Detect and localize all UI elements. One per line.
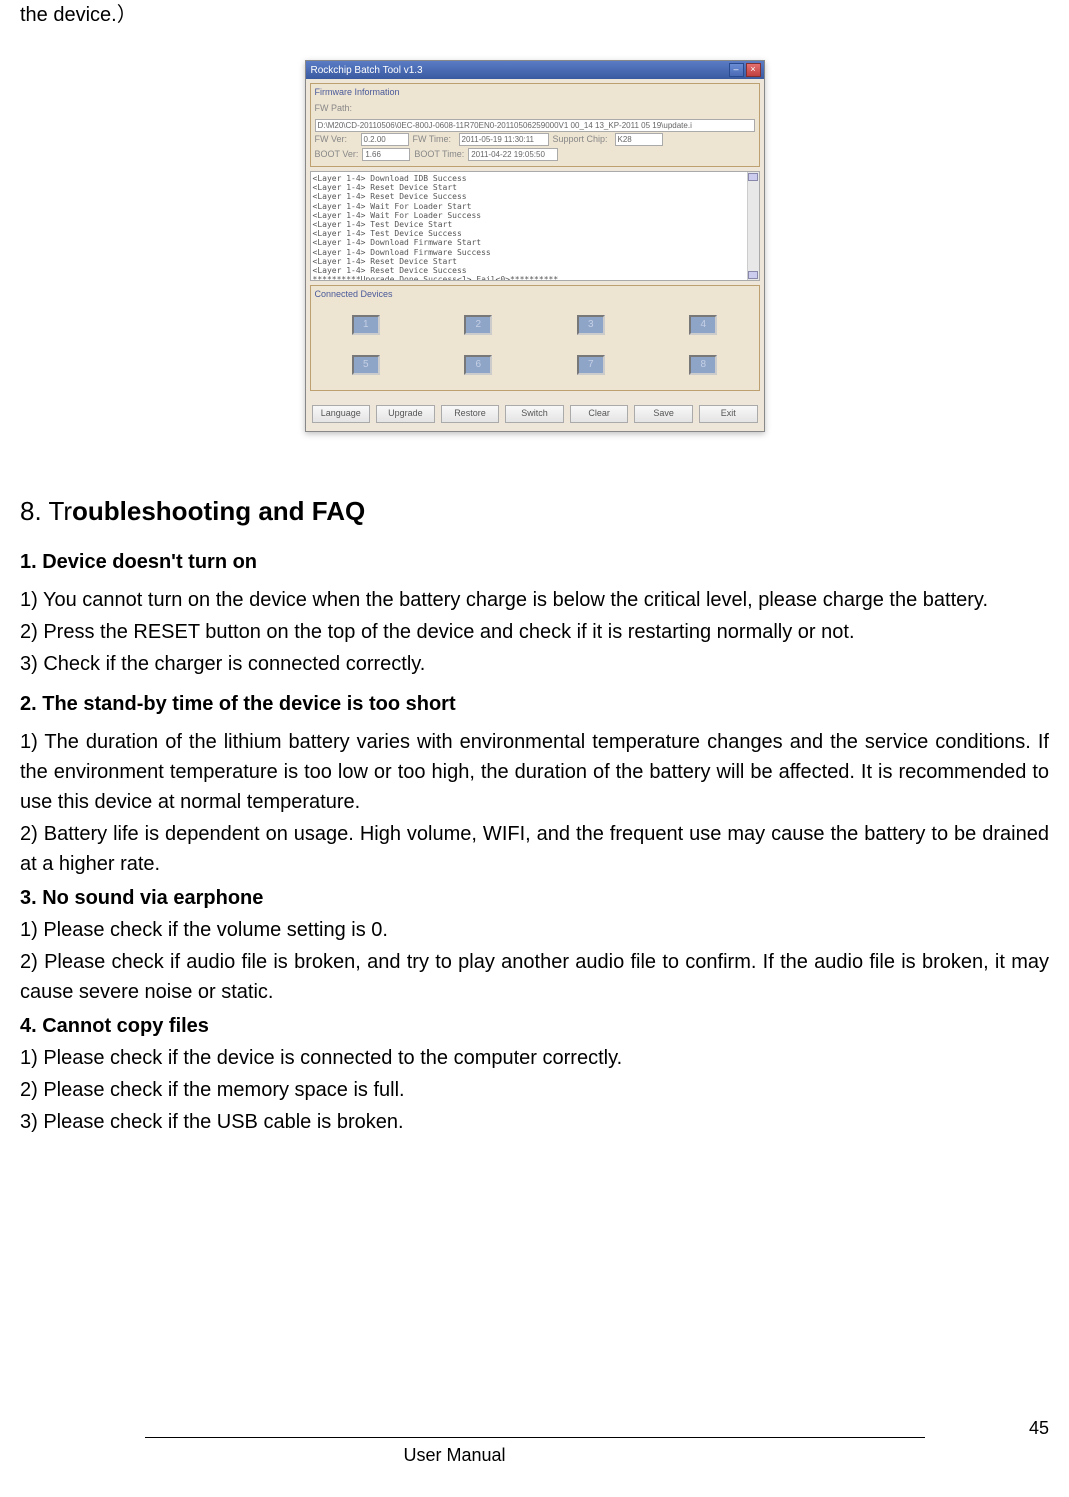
batch-tool-window: Rockchip Batch Tool v1.3 – × Firmware In…	[305, 60, 765, 432]
intro-fragment: the device.）	[20, 0, 1049, 30]
faq-q4-title: 4. Cannot copy files	[20, 1011, 1049, 1041]
log-line: <Layer 1-4> Test Device Start	[313, 220, 757, 229]
page-footer: User Manual	[20, 1437, 1049, 1467]
device-slot-4[interactable]: 4	[689, 315, 717, 335]
window-title: Rockchip Batch Tool v1.3	[311, 63, 423, 78]
firmware-info-title: Firmware Information	[315, 86, 755, 100]
faq-q1-body: 1) You cannot turn on the device when th…	[20, 585, 1049, 679]
device-slot-8[interactable]: 8	[689, 355, 717, 375]
window-titlebar: Rockchip Batch Tool v1.3 – ×	[306, 61, 764, 79]
log-line: <Layer 1-4> Download IDB Success	[313, 174, 757, 183]
restore-button[interactable]: Restore	[441, 405, 500, 423]
faq-q1-title: 1. Device doesn't turn on	[20, 547, 1049, 577]
faq-q2-title: 2. The stand-by time of the device is to…	[20, 689, 1049, 719]
section-title-text: oubleshooting and FAQ	[72, 496, 365, 526]
connected-devices-title: Connected Devices	[315, 288, 755, 302]
faq-line: 1) Please check if the volume setting is…	[20, 915, 1049, 945]
log-line: <Layer 1-4> Test Device Success	[313, 229, 757, 238]
log-line: <Layer 1-4> Wait For Loader Start	[313, 202, 757, 211]
faq-line: 1) You cannot turn on the device when th…	[20, 585, 1049, 615]
section-number: 8. Tr	[20, 496, 72, 526]
fw-time-field[interactable]: 2011-05-19 11:30:11	[459, 133, 549, 146]
faq-line: 2) Battery life is dependent on usage. H…	[20, 819, 1049, 879]
boot-ver-field[interactable]: 1.66	[362, 148, 410, 161]
faq-line: 1) Please check if the device is connect…	[20, 1043, 1049, 1073]
faq-line: 3) Check if the charger is connected cor…	[20, 649, 1049, 679]
fw-ver-label: FW Ver:	[315, 133, 357, 147]
log-line: <Layer 1-4> Download Firmware Start	[313, 238, 757, 247]
log-output: <Layer 1-4> Download IDB Success <Layer …	[310, 171, 760, 281]
fw-ver-field[interactable]: 0.2.00	[361, 133, 409, 146]
log-line: <Layer 1-4> Download Firmware Success	[313, 248, 757, 257]
device-slot-2[interactable]: 2	[464, 315, 492, 335]
device-slot-5[interactable]: 5	[352, 355, 380, 375]
clear-button[interactable]: Clear	[570, 405, 629, 423]
close-button[interactable]: ×	[746, 63, 761, 77]
connected-devices-group: Connected Devices 1 2 3 4 5 6 7 8	[310, 285, 760, 391]
log-line: **********Upgrade Done Success<1> Fail<0…	[313, 275, 757, 281]
exit-button[interactable]: Exit	[699, 405, 758, 423]
log-line: <Layer 1-4> Reset Device Start	[313, 257, 757, 266]
firmware-information-group: Firmware Information FW Path: D:\M20\CD-…	[310, 83, 760, 167]
scroll-down-icon[interactable]	[748, 271, 758, 279]
section-heading: 8. Troubleshooting and FAQ	[20, 492, 1049, 531]
faq-q3-body: 1) Please check if the volume setting is…	[20, 915, 1049, 1007]
fw-time-label: FW Time:	[413, 133, 455, 147]
footer-text: User Manual	[0, 1442, 969, 1469]
minimize-button[interactable]: –	[729, 63, 744, 77]
device-slot-3[interactable]: 3	[577, 315, 605, 335]
faq-line: 2) Press the RESET button on the top of …	[20, 617, 1049, 647]
faq-q4-body: 1) Please check if the device is connect…	[20, 1043, 1049, 1137]
boot-time-label: BOOT Time:	[414, 148, 464, 162]
faq-q2-body: 1) The duration of the lithium battery v…	[20, 727, 1049, 879]
fw-path-field[interactable]: D:\M20\CD-20110506\0EC-800J-0608-11R70EN…	[315, 119, 755, 132]
log-line: <Layer 1-4> Reset Device Success	[313, 266, 757, 275]
log-line: <Layer 1-4> Reset Device Start	[313, 183, 757, 192]
device-slot-6[interactable]: 6	[464, 355, 492, 375]
faq-line: 3) Please check if the USB cable is brok…	[20, 1107, 1049, 1137]
save-button[interactable]: Save	[634, 405, 693, 423]
support-chip-field[interactable]: K28	[615, 133, 663, 146]
fw-path-label: FW Path:	[315, 102, 357, 116]
boot-time-field[interactable]: 2011-04-22 19:05:50	[468, 148, 558, 161]
boot-ver-label: BOOT Ver:	[315, 148, 359, 162]
faq-line: 2) Please check if the memory space is f…	[20, 1075, 1049, 1105]
faq-line: 2) Please check if audio file is broken,…	[20, 947, 1049, 1007]
log-line: <Layer 1-4> Reset Device Success	[313, 192, 757, 201]
faq-line: 1) The duration of the lithium battery v…	[20, 727, 1049, 817]
switch-button[interactable]: Switch	[505, 405, 564, 423]
upgrade-button[interactable]: Upgrade	[376, 405, 435, 423]
log-scrollbar[interactable]	[747, 172, 759, 280]
support-chip-label: Support Chip:	[553, 133, 611, 147]
language-button[interactable]: Language	[312, 405, 371, 423]
scroll-up-icon[interactable]	[748, 173, 758, 181]
faq-q3-title: 3. No sound via earphone	[20, 883, 1049, 913]
device-slot-1[interactable]: 1	[352, 315, 380, 335]
log-line: <Layer 1-4> Wait For Loader Success	[313, 211, 757, 220]
device-slot-7[interactable]: 7	[577, 355, 605, 375]
